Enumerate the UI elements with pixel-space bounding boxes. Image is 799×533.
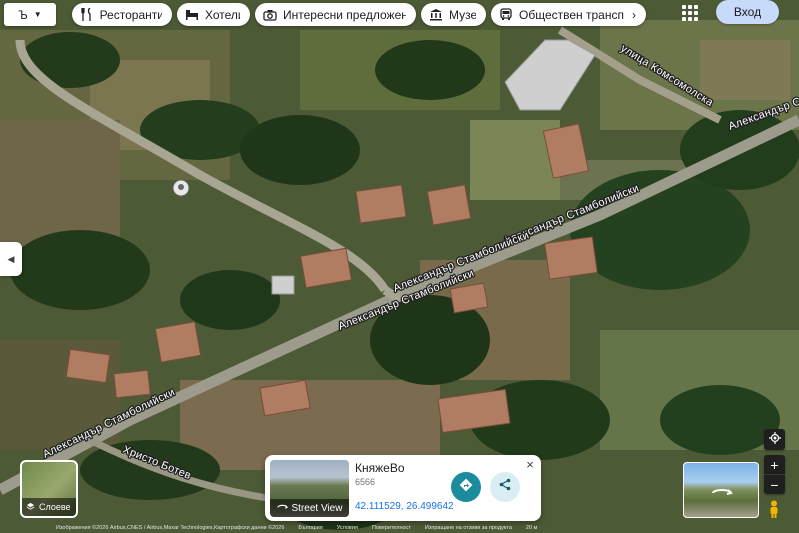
camera-icon [263,8,277,22]
chip-attractions[interactable]: Интересни предложения [255,3,416,26]
place-title: КняжеВо [355,461,405,475]
chip-label: Ресторанти [99,7,162,22]
street-view-icon [276,502,288,514]
my-location-icon [768,431,781,449]
layers-button[interactable]: Слоеве [20,460,78,518]
attribution-bar: Изображения ©2026 Airbus,CNES / Airbus,M… [56,525,716,533]
apps-grid-icon[interactable] [680,3,700,23]
chip-label: Музеи [449,7,476,22]
bed-icon [185,8,199,22]
satellite-map[interactable]: Александър Стамболийски Александър Стамб… [0,0,799,533]
directions-button[interactable] [451,472,481,502]
attribution-text: Изображения ©2026 Airbus,CNES / Airbus,M… [56,525,285,531]
close-icon[interactable]: × [523,457,537,472]
terms-link[interactable]: Условия [337,525,358,533]
rotate-360-icon [710,485,734,504]
chip-label: Интересни предложения [283,7,406,22]
scale-label[interactable]: 20 м [526,525,537,533]
directions-icon [459,478,473,497]
layers-label: Слоеве [39,502,71,512]
chevron-down-icon: ▼ [33,10,42,19]
share-icon [499,478,511,496]
pegman-icon[interactable] [767,500,781,518]
street-view-preview[interactable] [683,462,759,518]
chevron-left-icon: ◀ [7,253,15,264]
place-coordinates[interactable]: 42.111529, 26.499642 [355,501,454,512]
share-button[interactable] [490,472,520,502]
chip-label: Хотели [205,7,240,22]
fork-knife-icon [80,8,94,22]
feedback-link[interactable]: Изпращане на отзиви за продукта [425,525,512,533]
place-postcode: 6566 [355,477,376,487]
language-label: Ъ [18,7,28,22]
poi-marker-icon[interactable] [172,179,190,197]
museum-icon [429,8,443,22]
zoom-out-button[interactable]: − [764,475,785,494]
attribution-country[interactable]: България [298,525,322,533]
language-selector[interactable]: Ъ ▼ [4,3,56,26]
expand-panel-button[interactable]: ◀ [0,242,22,276]
zoom-in-button[interactable]: + [764,455,785,474]
chip-restaurants[interactable]: Ресторанти [72,3,172,26]
street-view-thumbnail[interactable]: Street View [270,460,349,517]
chip-hotels[interactable]: Хотели [177,3,250,26]
chip-label: Обществен трансп [519,7,624,22]
privacy-link[interactable]: Поверителност [372,525,411,533]
chevron-right-icon[interactable]: › [626,8,636,22]
street-view-label: Street View [291,502,343,514]
bus-icon [499,8,513,22]
layers-icon [26,502,35,513]
place-card: Street View КняжеВо 6566 42.111529, 26.4… [265,455,541,521]
chip-transit[interactable]: Обществен трансп › [491,3,646,26]
my-location-button[interactable] [764,429,785,450]
chip-museums[interactable]: Музеи [421,3,486,26]
login-button[interactable]: Вход [716,0,779,24]
